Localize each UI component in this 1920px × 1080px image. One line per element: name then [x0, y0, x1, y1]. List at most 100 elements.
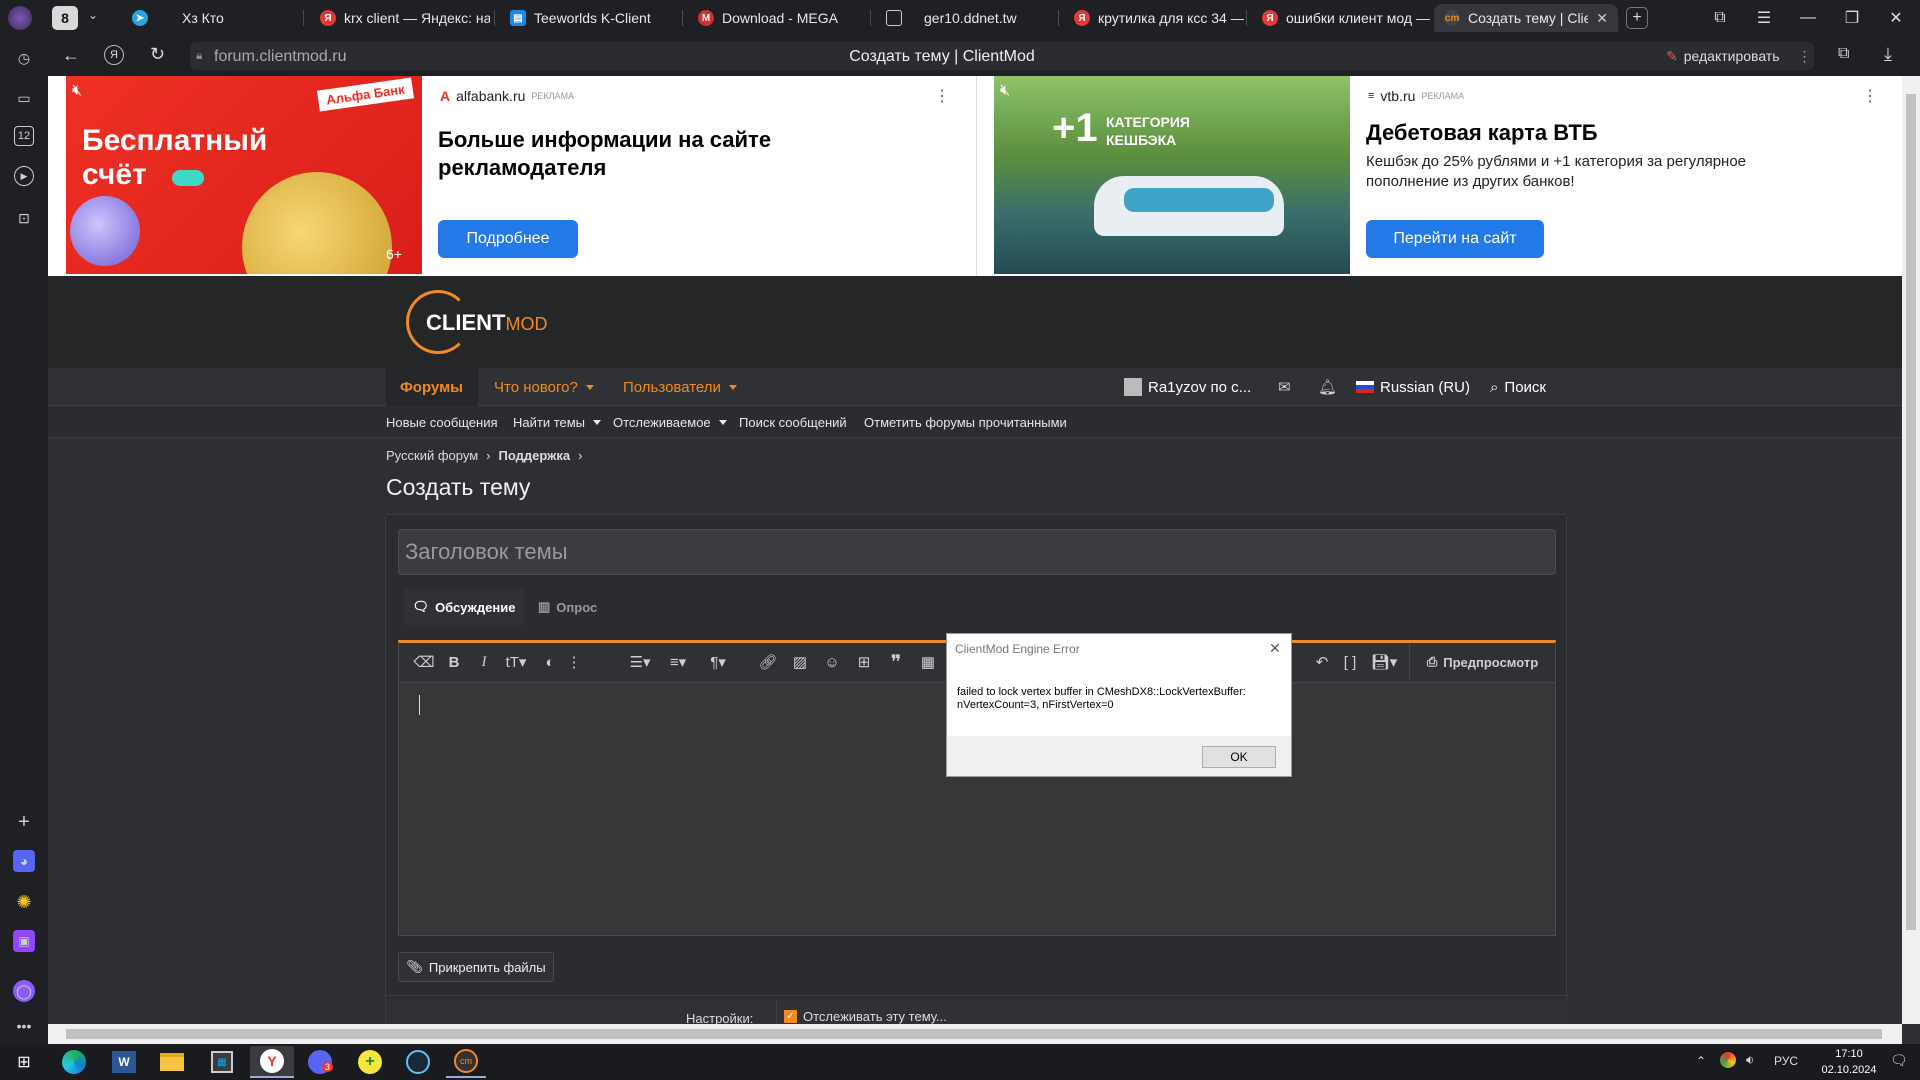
mute-icon[interactable]: 🔇︎ [1000, 82, 1010, 100]
store-icon[interactable]: ▦ [202, 1046, 242, 1078]
windows-start-icon[interactable]: ⊞ [4, 1046, 44, 1078]
discord-icon[interactable]: ◕ [13, 850, 35, 872]
thread-title-input[interactable]: Заголовок темы [398, 529, 1556, 575]
tab-poll[interactable]: ▥ Опрос [538, 589, 597, 625]
image-icon[interactable]: ▨ [789, 643, 811, 681]
scrollbar-thumb[interactable] [66, 1029, 1882, 1039]
tab-ddnet[interactable]: ger10.ddnet.tw [876, 4, 1056, 32]
history-icon[interactable]: ◷ [12, 46, 36, 70]
edit-button[interactable]: ✎ редактировать ⋮ [1656, 42, 1814, 70]
horizontal-scrollbar[interactable] [48, 1024, 1902, 1044]
close-icon[interactable]: ✕ [1269, 640, 1281, 657]
italic-icon[interactable]: I [473, 643, 495, 681]
subnav-search-posts[interactable]: Поиск сообщений [739, 406, 847, 438]
close-tab-icon[interactable]: ✕ [1596, 10, 1608, 27]
more-icon[interactable]: ••• [12, 1014, 36, 1038]
discord-taskbar-icon[interactable]: 3 [300, 1046, 340, 1078]
minimize-icon[interactable]: — [1796, 6, 1820, 30]
subnav-find-threads[interactable]: Найти темы [513, 406, 602, 438]
site-logo[interactable]: CLIENTMOD [426, 310, 547, 336]
notes-icon[interactable]: ▭ [12, 86, 36, 110]
drafts-icon[interactable]: 💾︎▾ [1369, 643, 1399, 681]
breadcrumb-item[interactable]: Поддержка [499, 448, 571, 463]
palette-icon[interactable]: ◐ [539, 643, 561, 681]
link-icon[interactable]: 🔗︎ [757, 643, 779, 681]
ad-goto-button[interactable]: Перейти на сайт [1366, 220, 1544, 258]
edge-icon[interactable] [54, 1046, 94, 1078]
file-explorer-icon[interactable] [152, 1046, 192, 1078]
ad-headline[interactable]: Больше информации на сайте рекламодателя [438, 126, 858, 182]
more-options-icon[interactable]: ⋮ [567, 643, 582, 681]
nav-members[interactable]: Пользователи [623, 368, 737, 406]
bbcode-icon[interactable]: [ ] [1339, 643, 1361, 681]
nav-forums[interactable]: Форумы [400, 368, 463, 406]
nav-user[interactable]: Ra1yzov по с... [1124, 368, 1251, 406]
media-icon[interactable]: ⊞ [853, 643, 875, 681]
profile-avatar[interactable] [8, 6, 32, 30]
subnav-watched[interactable]: Отслеживаемое [613, 406, 727, 438]
tab-teeworlds[interactable]: ▤ Teeworlds K-Client [500, 4, 680, 32]
tabs-dropdown-icon[interactable]: ⌄ [88, 8, 98, 22]
table-icon[interactable]: ▦ [917, 643, 939, 681]
mail-icon[interactable]: ✉ [1278, 368, 1291, 406]
add-panel-icon[interactable]: + [12, 810, 36, 834]
ad-more-button[interactable]: Подробнее [438, 220, 578, 258]
clock[interactable]: 17:10 02.10.2024 [1814, 1046, 1884, 1078]
yandex-button-icon[interactable]: Я [104, 45, 124, 65]
play-icon[interactable]: ▶ [14, 166, 34, 186]
restore-icon[interactable]: ❐ [1840, 6, 1864, 30]
tab-oshibki[interactable]: Я ошибки клиент мод — Я [1252, 4, 1432, 32]
breadcrumb-item[interactable]: Русский форум [386, 448, 478, 463]
ad-source[interactable]: A alfabank.ru РЕКЛАМА [440, 88, 574, 104]
scrollbar-thumb[interactable] [1906, 94, 1916, 930]
tray-app-icon[interactable] [1720, 1052, 1736, 1068]
ad-headline[interactable]: Дебетовая карта ВТБ [1366, 120, 1598, 146]
sun-app-icon[interactable]: ✺ [12, 890, 36, 914]
collections-panel-icon[interactable]: ⧉ [1838, 45, 1849, 63]
preview-button[interactable]: ⎙ Предпросмотр [1409, 643, 1555, 681]
calendar-icon[interactable]: 12 [14, 126, 34, 146]
attach-files-button[interactable]: 📎︎ Прикрепить файлы [398, 952, 554, 982]
smiley-icon[interactable]: ☺ [821, 643, 843, 681]
alice-icon[interactable]: ◯ [13, 980, 35, 1002]
nav-search[interactable]: ⌕ Поиск [1490, 368, 1546, 406]
tab-create-topic[interactable]: cm Создать тему | ClientM ✕ [1434, 4, 1618, 32]
list-icon[interactable]: ☰▾ [625, 643, 655, 681]
watch-checkbox[interactable]: ✓ Отслеживать эту тему... [784, 1009, 947, 1024]
vertical-scrollbar[interactable] [1902, 76, 1920, 1024]
nav-language[interactable]: Russian (RU) [1356, 368, 1470, 406]
screenshot-icon[interactable]: ⊡ [12, 206, 36, 230]
vtb-ad-image[interactable]: 🔇︎ +1 КАТЕГОРИЯ КЕШБЭКА [994, 76, 1350, 274]
mute-icon[interactable]: 🔇︎ [72, 82, 82, 100]
ok-button[interactable]: OK [1202, 746, 1276, 768]
ad-menu-icon[interactable]: ⋮ [1862, 86, 1878, 106]
input-language[interactable]: РУС [1774, 1054, 1798, 1068]
tab-discussion[interactable]: 🗨︎ Обсуждение [404, 589, 524, 625]
font-size-icon[interactable]: tT▾ [501, 643, 531, 681]
align-icon[interactable]: ≡▾ [663, 643, 693, 681]
new-tab-button[interactable]: + [1626, 7, 1648, 29]
tab-counter[interactable]: 8 [52, 6, 78, 30]
eraser-icon[interactable]: ⌫ [413, 643, 435, 681]
tab-krx-client[interactable]: Я krx client — Яндекс: наш [310, 4, 490, 32]
yandex-browser-icon[interactable]: Y [250, 1046, 294, 1078]
notifications-icon[interactable]: 🗨︎ [1890, 1052, 1908, 1069]
volume-icon[interactable]: 🔉︎ [1746, 1052, 1754, 1068]
quote-icon[interactable]: ❞ [885, 643, 907, 681]
reload-icon[interactable]: ↻ [150, 44, 165, 65]
word-icon[interactable]: W [104, 1046, 144, 1078]
paragraph-icon[interactable]: ¶▾ [703, 643, 733, 681]
close-window-icon[interactable]: ✕ [1884, 6, 1908, 30]
ad-source[interactable]: ≡ vtb.ru РЕКЛАМА [1368, 88, 1464, 104]
tab-hz-kto[interactable]: ➤ Хз Кто [122, 4, 302, 32]
undo-icon[interactable]: ↶ [1311, 643, 1333, 681]
game-app-icon[interactable]: + [350, 1046, 390, 1078]
steam-icon[interactable] [398, 1046, 438, 1078]
bell-icon[interactable]: 🔔︎ [1318, 368, 1337, 406]
tab-mega[interactable]: M Download - MEGA [688, 4, 868, 32]
menu-icon[interactable]: ☰ [1752, 6, 1776, 30]
collections-icon[interactable]: ⧉ [1708, 6, 1732, 30]
ad-menu-icon[interactable]: ⋮ [934, 86, 950, 106]
tray-chevron-icon[interactable]: ⌃ [1696, 1054, 1706, 1068]
tab-krutilka[interactable]: Я крутилка для ксс 34 — Я [1064, 4, 1244, 32]
